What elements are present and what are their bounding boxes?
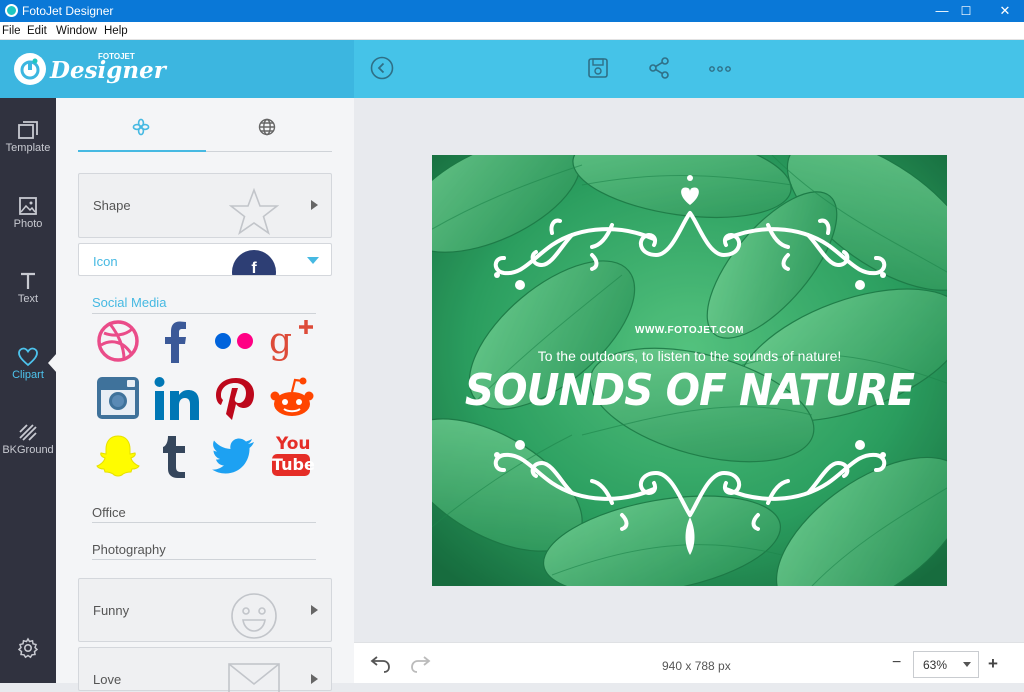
zoom-select[interactable]: 63% — [913, 651, 979, 678]
save-icon[interactable] — [587, 57, 609, 84]
template-icon — [18, 121, 38, 139]
app-icon — [5, 4, 18, 17]
nav-pointer — [48, 353, 57, 373]
close-button[interactable]: ✕ — [982, 0, 1024, 22]
nav-template[interactable]: Template — [0, 120, 56, 180]
title-bar: FotoJet Designer — ☐ ✕ — [0, 0, 1024, 22]
youtube-tube-text: Tube — [272, 454, 315, 476]
category-funny[interactable]: Funny — [78, 578, 332, 642]
nav-photo[interactable]: Photo — [0, 196, 56, 256]
facebook-icon[interactable] — [154, 319, 198, 363]
category-icon[interactable]: Icon f — [78, 243, 332, 276]
dribbble-icon[interactable] — [96, 319, 140, 363]
section-divider — [92, 559, 316, 560]
flower-icon[interactable] — [132, 118, 150, 141]
nav-background[interactable]: BKGround — [0, 422, 56, 482]
redo-icon[interactable] — [410, 655, 432, 678]
smiley-icon — [231, 593, 277, 639]
star-icon — [229, 188, 279, 235]
twitter-icon[interactable] — [212, 434, 256, 478]
menu-help[interactable]: Help — [104, 25, 128, 37]
youtube-you-text: You — [276, 434, 311, 454]
section-photography[interactable]: Photography — [92, 542, 166, 557]
more-icon[interactable] — [709, 62, 731, 80]
category-love-label: Love — [93, 672, 122, 687]
share-icon[interactable] — [648, 57, 670, 84]
canvas-dimensions: 940 x 788 px — [662, 659, 731, 673]
design-website-text[interactable]: WWW.FOTOJET.COM — [432, 325, 947, 336]
window-title: FotoJet Designer — [22, 4, 114, 18]
google-plus-icon[interactable]: g — [269, 317, 313, 362]
design-subtitle-text[interactable]: To the outdoors, to listen to the sounds… — [432, 348, 947, 364]
design-canvas[interactable]: WWW.FOTOJET.COM To the outdoors, to list… — [432, 155, 947, 586]
nav-text[interactable]: Text — [0, 271, 56, 331]
heart-icon — [18, 347, 38, 367]
nav-text-label: Text — [17, 293, 39, 305]
nav-clipart-label: Clipart — [12, 369, 44, 381]
snapchat-icon[interactable] — [96, 434, 140, 478]
menu-edit[interactable]: Edit — [27, 25, 47, 37]
zoom-value: 63% — [923, 658, 948, 672]
logo-brand: Designer — [50, 57, 166, 84]
text-icon — [21, 272, 35, 289]
chevron-down-icon — [963, 662, 971, 667]
background-icon — [19, 424, 37, 441]
instagram-icon[interactable] — [96, 376, 140, 420]
chevron-right-icon — [311, 200, 318, 210]
menu-bar: File Edit Window Help — [0, 22, 1024, 40]
category-funny-label: Funny — [93, 603, 130, 618]
logo-icon — [14, 53, 46, 85]
tab-active-indicator — [78, 150, 206, 152]
reddit-icon[interactable] — [269, 376, 314, 420]
category-shape-label: Shape — [93, 198, 131, 213]
youtube-icon[interactable]: You Tube — [269, 432, 315, 476]
envelope-icon — [228, 663, 280, 692]
zoom-in-button[interactable]: + — [988, 654, 998, 674]
section-divider — [92, 313, 316, 314]
design-headline-text[interactable]: SOUNDS OF NATURE — [453, 365, 927, 416]
pinterest-icon[interactable] — [212, 376, 256, 420]
section-divider — [92, 522, 316, 523]
nav-template-label: Template — [5, 142, 51, 154]
left-nav: Template Photo Text Clipart BKGround — [0, 98, 56, 683]
flickr-icon[interactable] — [212, 319, 256, 363]
nav-background-label: BKGround — [2, 444, 54, 456]
chevron-right-icon — [311, 605, 318, 615]
svg-text:g: g — [269, 321, 292, 362]
linkedin-icon[interactable] — [154, 376, 199, 420]
settings-icon[interactable] — [17, 637, 39, 664]
section-social-media: Social Media — [92, 295, 167, 310]
back-circle-icon[interactable] — [370, 56, 394, 85]
section-office[interactable]: Office — [92, 505, 126, 520]
category-icon-label: Icon — [93, 254, 118, 269]
menu-window[interactable]: Window — [56, 25, 97, 37]
photo-icon — [19, 197, 37, 215]
nav-photo-label: Photo — [13, 218, 43, 230]
menu-file[interactable]: File — [2, 25, 21, 37]
chevron-down-icon — [307, 257, 319, 264]
top-toolbar — [354, 40, 1024, 98]
globe-icon[interactable] — [258, 118, 276, 141]
tumblr-icon[interactable] — [154, 434, 198, 478]
zoom-out-button[interactable]: − — [892, 654, 901, 672]
undo-icon[interactable] — [369, 655, 391, 678]
facebook-badge-icon: f — [232, 250, 276, 275]
category-love[interactable]: Love — [78, 647, 332, 692]
category-shape[interactable]: Shape — [78, 173, 332, 238]
